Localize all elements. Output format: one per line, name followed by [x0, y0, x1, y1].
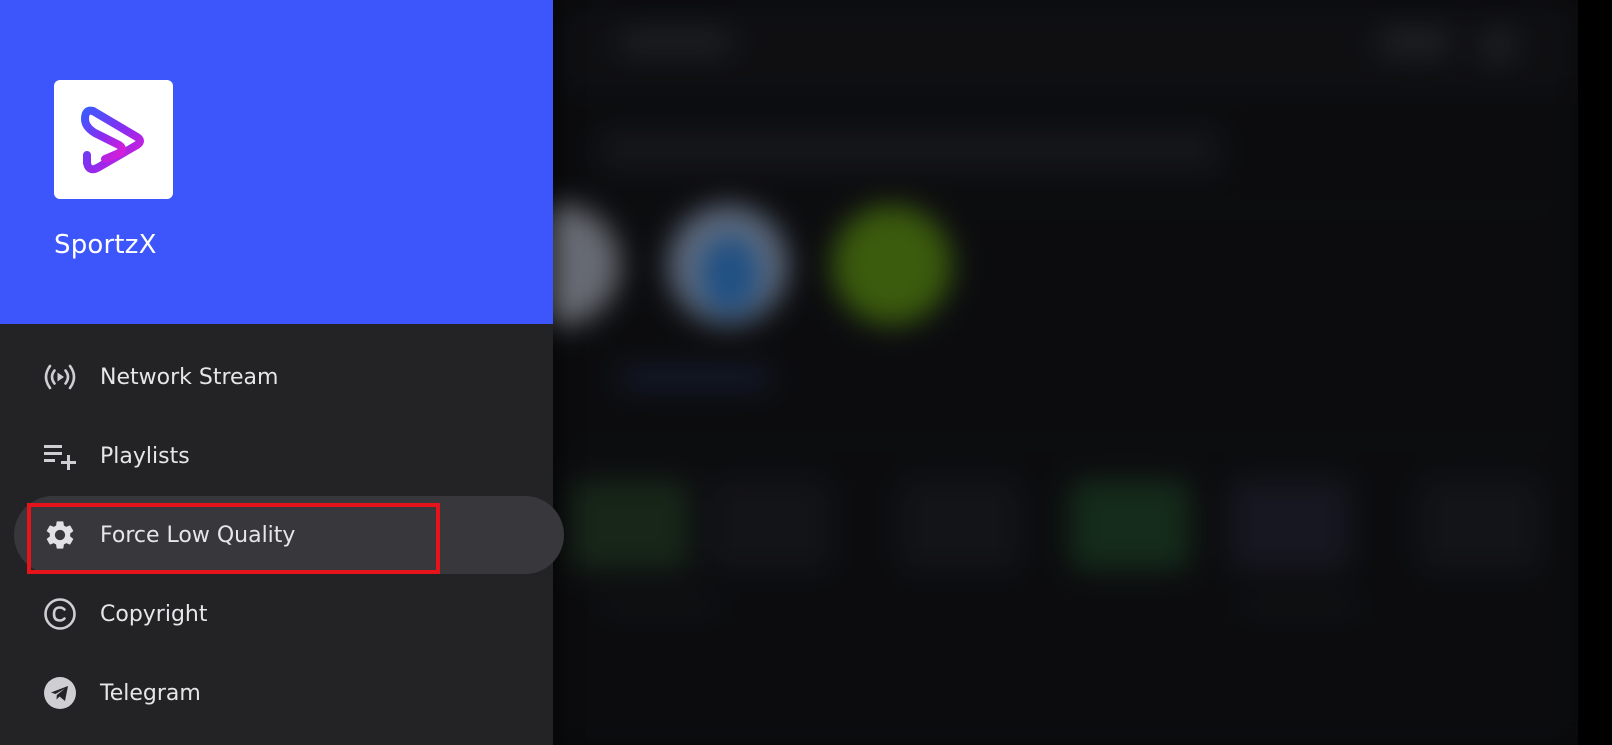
- broadcast-icon: [42, 359, 78, 395]
- app-name: SportzX: [54, 230, 157, 260]
- drawer-scrim[interactable]: [553, 0, 1612, 745]
- play-s-logo-icon: [80, 106, 144, 173]
- menu-item-label: Force Low Quality: [100, 522, 296, 548]
- app-logo: [54, 80, 173, 199]
- drawer-header: SportzX: [0, 0, 553, 324]
- menu-item-copyright[interactable]: Copyright: [14, 575, 564, 653]
- copyright-icon: [42, 596, 78, 632]
- playlist-add-icon: [42, 438, 78, 474]
- menu-item-telegram[interactable]: Telegram: [14, 654, 564, 732]
- menu-item-label: Playlists: [100, 443, 190, 469]
- screen: SportzX Network Stream Playlists Force L…: [0, 0, 1612, 745]
- menu-item-network-stream[interactable]: Network Stream: [14, 338, 564, 416]
- menu-item-force-low-quality[interactable]: Force Low Quality: [14, 496, 564, 574]
- gear-icon: [42, 517, 78, 553]
- menu-item-label: Telegram: [100, 680, 201, 706]
- telegram-icon: [42, 675, 78, 711]
- menu-item-label: Network Stream: [100, 364, 279, 390]
- navigation-drawer: SportzX Network Stream Playlists Force L…: [0, 0, 564, 745]
- menu-item-playlists[interactable]: Playlists: [14, 417, 564, 495]
- menu-item-label: Copyright: [100, 601, 208, 627]
